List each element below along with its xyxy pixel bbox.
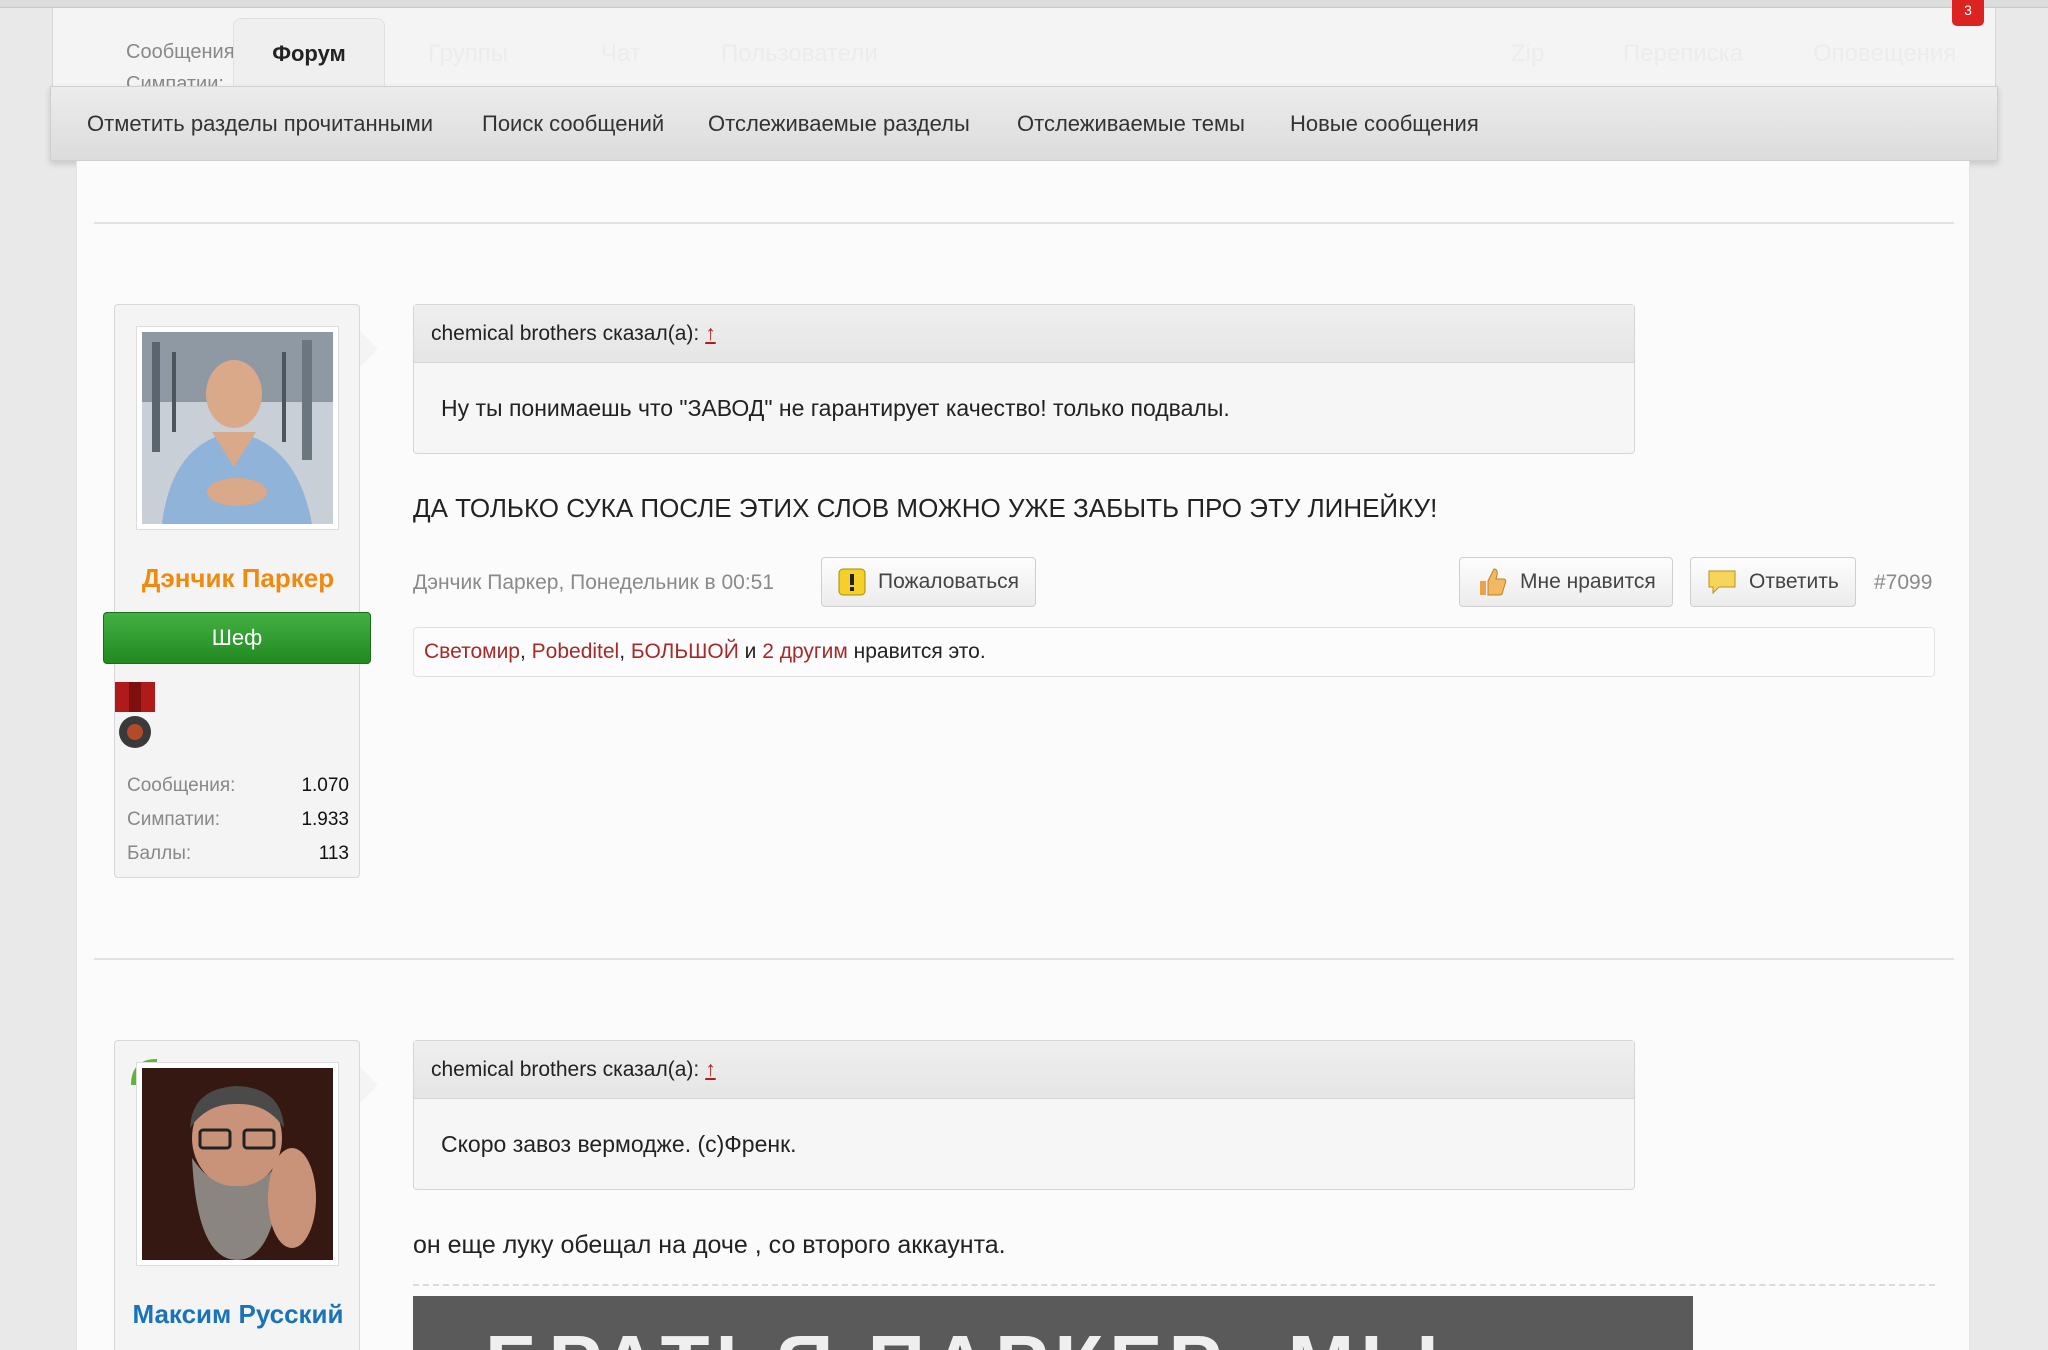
subnav-new-posts[interactable]: Новые сообщения <box>1290 111 1479 137</box>
quote-author: chemical brothers сказал(а): <box>431 322 700 345</box>
browser-tab-strip <box>0 0 2048 8</box>
top-navigation: Группы Чат Пользователи Zip Переписка Оп… <box>0 0 2048 95</box>
avatar-image <box>142 332 333 524</box>
nav-item-inbox[interactable]: Переписка <box>1623 40 1743 68</box>
subnav-search-posts[interactable]: Поиск сообщений <box>482 111 664 137</box>
post-image-caption: БРАТЬЯ ПАРКЕР: МЫ <box>485 1318 1445 1350</box>
stat-row-messages: Сообщения: 1.070 <box>127 769 349 803</box>
liker-link[interactable]: БОЛЬШОЙ <box>631 640 739 663</box>
liker-link[interactable]: Pobeditel <box>532 640 620 663</box>
post-image[interactable]: БРАТЬЯ ПАРКЕР: МЫ <box>413 1296 1693 1350</box>
bg-stat-messages: Сообщения <box>126 41 235 63</box>
post-body: он еще луку обещал на доче , со второго … <box>413 1231 1006 1259</box>
quote-jump-arrow[interactable]: ↑ <box>705 322 716 345</box>
post-divider <box>94 222 1954 224</box>
quote-block: chemical brothers сказал(а): ↑ Ну ты пони… <box>413 304 1635 454</box>
thumbs-up-icon <box>1480 568 1507 596</box>
likes-and: и <box>744 640 757 663</box>
quote-author: chemical brothers сказал(а): <box>431 1058 700 1081</box>
quote-block: chemical brothers сказал(а): ↑ Скоро заво… <box>413 1040 1635 1190</box>
speech-bubble-icon <box>1708 570 1736 595</box>
user-card: Дэнчик Паркер Сообщения: 1.070 Симпатии:… <box>114 304 378 878</box>
alerts-count-badge[interactable]: 3 <box>1952 0 1984 26</box>
stat-label: Симпатии: <box>127 809 221 830</box>
post-meta[interactable]: Дэнчик Паркер, Понедельник в 00:51 <box>413 571 774 595</box>
stat-label: Сообщения: <box>127 775 236 796</box>
nav-item-members[interactable]: Пользователи <box>721 40 878 68</box>
avatar[interactable] <box>136 326 339 530</box>
user-stats: Сообщения: 1.070 Симпатии: 1.933 Баллы: … <box>127 769 349 871</box>
like-button[interactable]: Мне нравится <box>1459 557 1673 607</box>
medal-icon <box>115 682 155 748</box>
stat-row-points: Баллы: 113 <box>127 837 349 871</box>
quote-jump-arrow[interactable]: ↑ <box>705 1058 716 1081</box>
nav-item-groups[interactable]: Группы <box>428 40 508 68</box>
nav-item-chat[interactable]: Чат <box>601 40 641 68</box>
quote-text: Ну ты понимаешь что "ЗАВОД" не гарантиру… <box>441 395 1230 421</box>
post-permalink[interactable]: #7099 <box>1874 571 1932 595</box>
stat-value: 113 <box>318 843 349 864</box>
stat-value: 1.933 <box>301 809 349 830</box>
quote-text: Скоро завоз вермодже. (с)Френк. <box>441 1131 797 1157</box>
forum-subnav: Отметить разделы прочитанными Поиск сооб… <box>50 86 1998 161</box>
post-divider <box>94 958 1954 960</box>
user-rank-banner: Шеф <box>103 612 371 664</box>
likes-suffix: нравится это. <box>853 640 986 663</box>
stat-label: Баллы: <box>127 843 192 864</box>
likes-summary: Светомир, Pobeditel, БОЛЬШОЙ и 2 другим … <box>413 627 1935 677</box>
avatar-image <box>142 1068 333 1260</box>
reply-label: Ответить <box>1749 570 1839 593</box>
tab-forum[interactable]: Форум <box>233 18 385 90</box>
warning-icon <box>838 568 866 596</box>
quote-header: chemical brothers сказал(а): ↑ <box>414 1041 1634 1099</box>
subnav-watched-threads[interactable]: Отслеживаемые темы <box>1017 111 1245 137</box>
subnav-mark-read[interactable]: Отметить разделы прочитанными <box>87 111 433 137</box>
content-separator <box>413 1284 1935 1286</box>
nav-item-alerts[interactable]: Оповещения <box>1813 40 1956 68</box>
likes-others-link[interactable]: 2 другим <box>762 640 848 663</box>
report-label: Пожаловаться <box>878 570 1020 593</box>
liker-link[interactable]: Светомир <box>424 640 520 663</box>
nav-item-zip[interactable]: Zip <box>1511 40 1544 68</box>
stat-row-likes: Симпатии: 1.933 <box>127 803 349 837</box>
avatar[interactable] <box>136 1062 339 1266</box>
report-button[interactable]: Пожаловаться <box>821 557 1037 607</box>
stat-value: 1.070 <box>301 775 349 796</box>
reply-button[interactable]: Ответить <box>1690 557 1856 607</box>
like-label: Мне нравится <box>1520 570 1656 593</box>
username[interactable]: Дэнчик Паркер <box>115 563 361 594</box>
user-card: Максим Русский <box>114 1040 378 1350</box>
quote-header: chemical brothers сказал(а): ↑ <box>414 305 1634 363</box>
subnav-watched-forums[interactable]: Отслеживаемые разделы <box>708 111 970 137</box>
username[interactable]: Максим Русский <box>115 1299 361 1330</box>
post-body: ДА ТОЛЬКО СУКА ПОСЛЕ ЭТИХ СЛОВ МОЖНО УЖЕ… <box>413 493 1438 523</box>
